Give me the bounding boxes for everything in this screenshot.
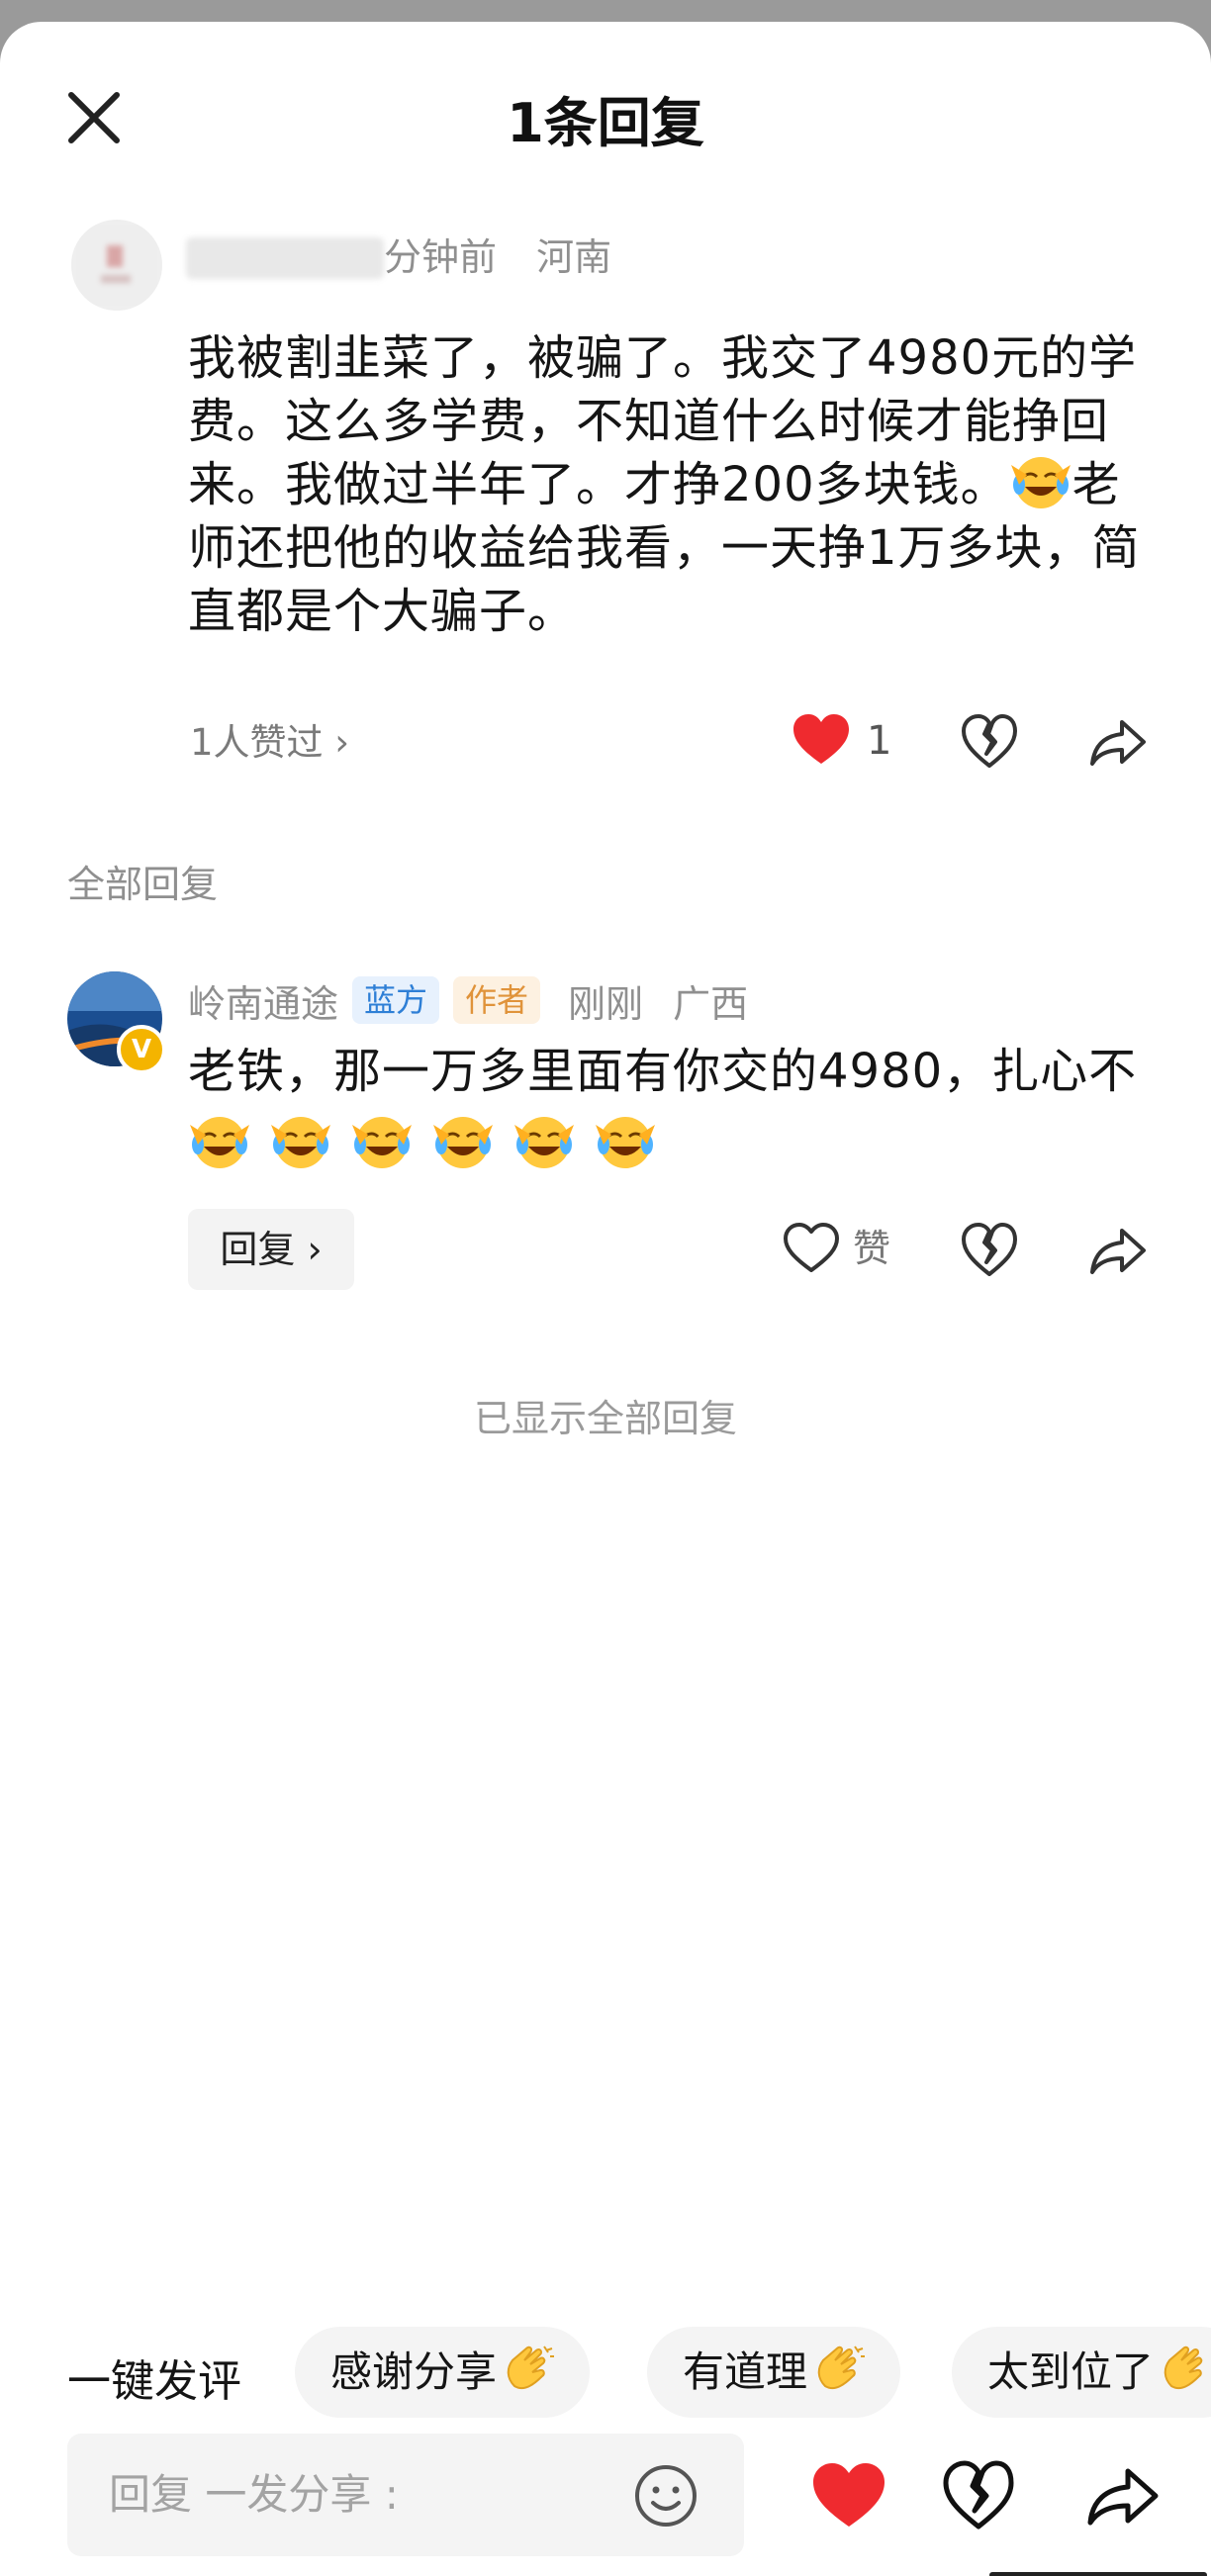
share-icon[interactable] — [1088, 712, 1148, 772]
comment-meta: 分钟前 河南 — [384, 231, 611, 283]
chip-label: 太到位了 — [987, 2347, 1155, 2396]
likers-link[interactable]: 1人赞过 › — [190, 718, 349, 768]
all-replies-shown-text: 已显示全部回复 — [473, 1397, 737, 1440]
facepalm-laugh-emoji-icon — [512, 1115, 576, 1170]
reply-emoji-group — [188, 1117, 675, 1172]
quick-comment-label: 一键发评 — [67, 2356, 241, 2407]
facepalm-laugh-emoji-icon — [594, 1115, 657, 1170]
quick-chip-spot-on[interactable]: 太到位了 — [952, 2327, 1211, 2418]
share-icon[interactable] — [1088, 1221, 1148, 1280]
page-title: 1条回复 — [507, 92, 704, 154]
author-name-redacted — [186, 237, 384, 279]
verified-badge-icon: V — [117, 1025, 166, 1074]
share-icon[interactable] — [1086, 2459, 1160, 2532]
reply-location: 广西 — [673, 981, 749, 1026]
badge-author: 作者 — [453, 976, 541, 1024]
reply-text-body: 老铁，那一万多里面有你交的4980，扎心不 — [188, 1044, 1138, 1099]
reply-button[interactable]: 回复 › — [188, 1209, 354, 1290]
broken-heart-icon[interactable] — [942, 2459, 1015, 2532]
comment-time: 分钟前 — [384, 235, 498, 279]
facepalm-laugh-emoji-icon — [269, 1115, 332, 1170]
badge-blue-side: 蓝方 — [352, 976, 440, 1024]
facepalm-laugh-emoji-icon — [350, 1115, 414, 1170]
like-label[interactable]: 赞 — [853, 1221, 890, 1276]
clap-icon — [1158, 2337, 1211, 2390]
comment-location: 河南 — [536, 235, 612, 279]
clap-icon — [501, 2337, 555, 2390]
comment-text: 我被割韭菜了，被骗了。我交了4980元的学费。这么多学费，不知道什么时候才能挣回… — [188, 326, 1158, 643]
broken-heart-icon[interactable] — [960, 1221, 1019, 1280]
home-indicator — [989, 2572, 1207, 2576]
reply-text: 老铁，那一万多里面有你交的4980，扎心不 — [188, 1035, 1138, 1181]
clap-icon — [811, 2337, 866, 2390]
heart-filled-icon[interactable] — [811, 2461, 886, 2530]
quick-chip-reasonable[interactable]: 有道理 — [647, 2327, 901, 2418]
facepalm-laugh-emoji-icon — [431, 1115, 495, 1170]
comment-text-part-1: 我被割韭菜了，被骗了。我交了4980元的学费。这么多学费，不知道什么时候才能挣回… — [188, 330, 1138, 512]
broken-heart-icon[interactable] — [960, 712, 1019, 772]
facepalm-laugh-emoji-icon — [188, 1115, 251, 1170]
reply-author-name[interactable]: 岭南通途 — [188, 973, 338, 1028]
chip-label: 感谢分享 — [330, 2347, 498, 2396]
chip-label: 有道理 — [683, 2347, 808, 2396]
heart-outline-icon[interactable] — [782, 1221, 841, 1280]
section-label: 全部回复 — [67, 863, 219, 906]
emoji-picker-icon[interactable] — [633, 2463, 699, 2529]
like-count: 1 — [867, 718, 892, 764]
reply-time: 刚刚 — [568, 981, 644, 1026]
reply-meta: 岭南通途 蓝方 作者 刚刚 广西 — [188, 973, 748, 1027]
facepalm-laugh-emoji-icon — [1009, 455, 1072, 510]
reply-input-placeholder: 回复 一发分享 : — [109, 2470, 399, 2519]
reply-sheet: 1条回复 分钟前 河南 我被割韭菜了，被骗了。我交了4980元的学费。这么多学费… — [0, 22, 1211, 2576]
avatar[interactable] — [71, 220, 162, 311]
quick-chip-thanks[interactable]: 感谢分享 — [295, 2327, 591, 2418]
heart-filled-icon[interactable] — [792, 712, 851, 768]
